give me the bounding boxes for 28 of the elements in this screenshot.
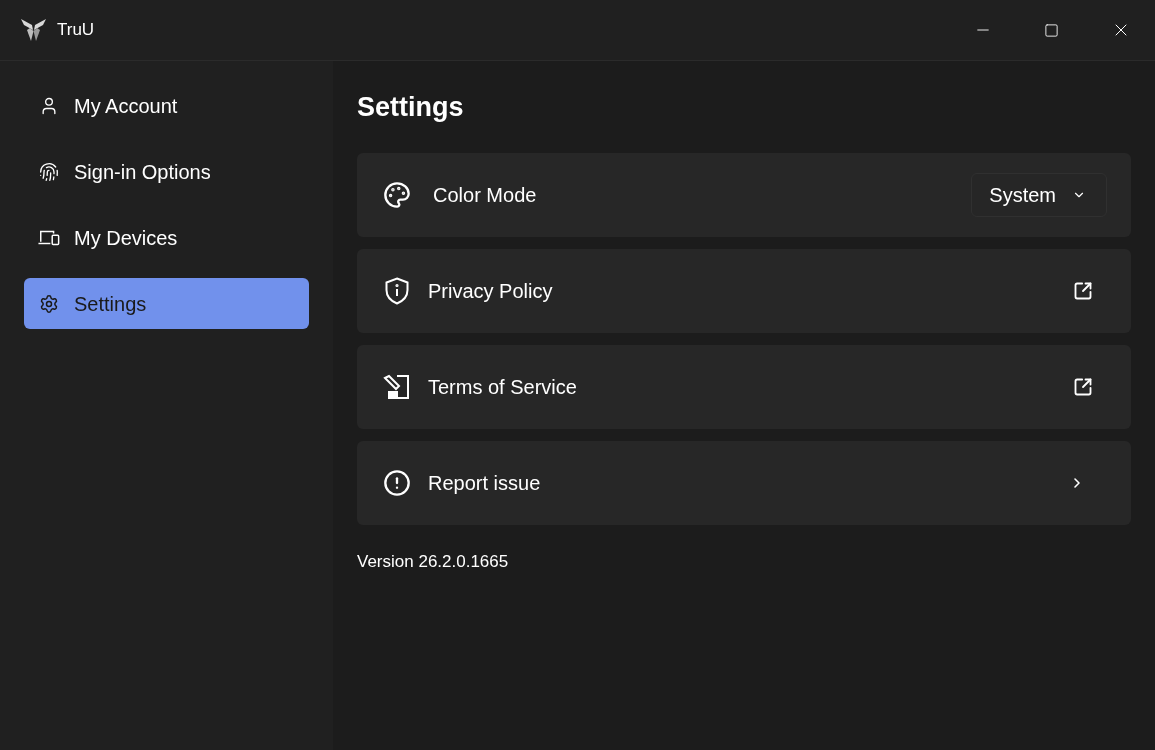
version-text: Version 26.2.0.1665 <box>357 551 509 573</box>
color-mode-dropdown[interactable]: System <box>971 173 1107 217</box>
row-label: Terms of Service <box>428 375 577 400</box>
row-label: Privacy Policy <box>428 279 553 304</box>
settings-row[interactable]: Report issue <box>357 441 1131 525</box>
page-heading: Settings <box>357 91 464 124</box>
palette-icon <box>383 181 411 209</box>
sidebar-item[interactable]: My Devices <box>24 212 309 263</box>
settings-row[interactable]: Color Mode System <box>357 153 1131 237</box>
sidebar-item[interactable]: Settings <box>24 278 309 329</box>
fingerprint-icon <box>39 161 59 182</box>
devices-icon <box>38 228 60 247</box>
window-title: TruU <box>57 19 95 42</box>
row-label: Report issue <box>428 471 541 496</box>
external-link-icon[interactable] <box>1073 377 1093 397</box>
dropdown-value: System <box>989 183 1056 208</box>
shield-info-icon <box>384 277 410 305</box>
sidebar-item[interactable]: Sign-in Options <box>24 146 309 197</box>
external-link-icon[interactable] <box>1073 281 1093 301</box>
logo-icon <box>21 18 46 42</box>
settings-row[interactable]: Terms of Service <box>357 345 1131 429</box>
row-label: Color Mode <box>433 183 537 208</box>
sidebar-item[interactable]: My Account <box>24 80 309 131</box>
gear-icon <box>39 293 59 314</box>
document-pen-icon <box>383 374 411 400</box>
settings-row[interactable]: Privacy Policy <box>357 249 1131 333</box>
alert-circle-icon <box>383 469 411 497</box>
maximize-icon[interactable] <box>1044 22 1059 38</box>
